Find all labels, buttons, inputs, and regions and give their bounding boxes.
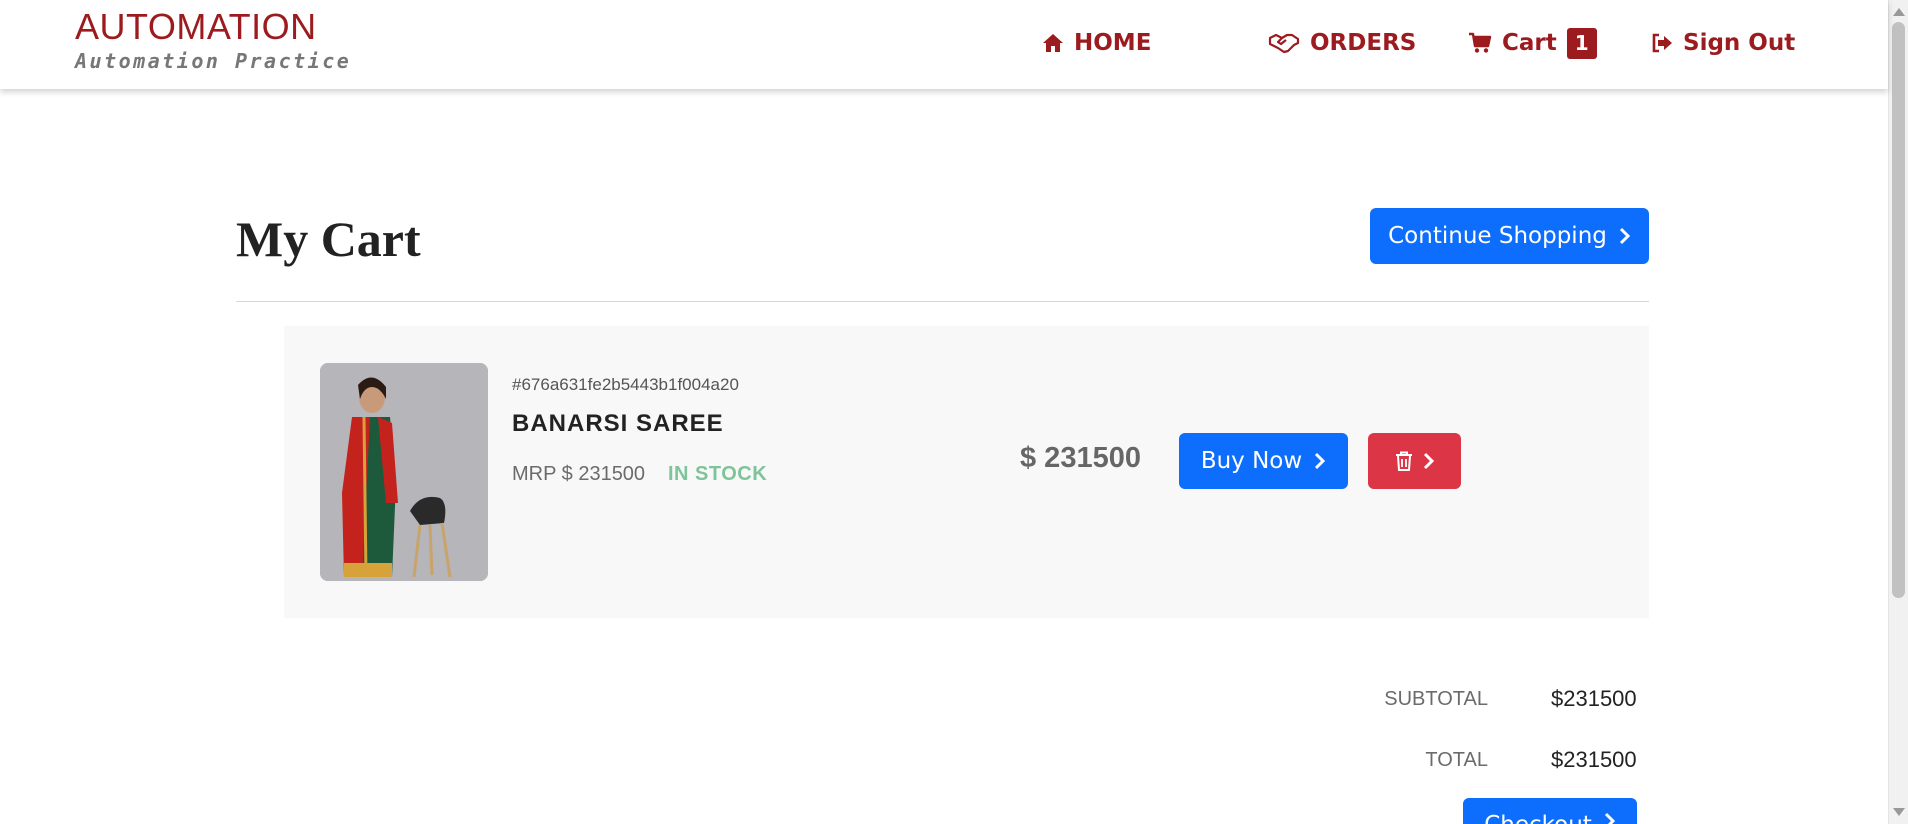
nav-home-link[interactable]: HOME (1042, 26, 1151, 60)
handshake-icon (1268, 33, 1300, 54)
chevron-right-icon (1604, 812, 1615, 824)
chevron-right-icon (1423, 452, 1434, 470)
chevron-right-icon (1619, 227, 1630, 245)
chevron-right-icon (1315, 452, 1326, 470)
product-name: BANARSI SAREE (512, 410, 724, 437)
continue-shopping-label: Continue Shopping (1388, 223, 1607, 249)
app-window: AUTOMATION Automation Practice HOME ORDE… (0, 0, 1908, 824)
home-icon (1043, 34, 1063, 52)
nav-home-label: HOME (1074, 30, 1152, 56)
sign-out-icon (1652, 33, 1672, 53)
navbar: AUTOMATION Automation Practice HOME ORDE… (0, 0, 1888, 89)
continue-shopping-button[interactable]: Continue Shopping (1370, 208, 1649, 264)
brand-logo[interactable]: AUTOMATION Automation Practice (75, 6, 352, 74)
nav-signout-link[interactable]: Sign Out (1651, 26, 1795, 60)
nav-orders-label: ORDERS (1310, 30, 1417, 56)
scroll-up-arrow-icon[interactable] (1893, 8, 1905, 16)
product-image[interactable] (320, 363, 488, 581)
cart-count-badge: 1 (1566, 27, 1597, 59)
subtotal-value: $231500 (1551, 686, 1637, 711)
buy-now-label: Buy Now (1200, 448, 1303, 474)
scroll-down-arrow-icon[interactable] (1893, 808, 1905, 816)
buy-now-button[interactable]: Buy Now (1179, 433, 1348, 489)
cart-icon (1469, 32, 1492, 53)
saree-product-image (320, 363, 488, 581)
nav-orders-link[interactable]: ORDERS (1268, 26, 1416, 60)
brand-title: AUTOMATION (75, 6, 317, 47)
page-scrollbar[interactable] (1888, 0, 1908, 824)
total-value: $231500 (1551, 747, 1637, 772)
scrollbar-thumb[interactable] (1892, 22, 1905, 598)
cart-item: #676a631fe2b5443b1f004a20 BANARSI SAREE … (284, 326, 1649, 618)
delete-item-button[interactable] (1368, 433, 1461, 489)
product-mrp: MRP $ 231500 (512, 463, 646, 485)
trash-icon (1395, 451, 1412, 471)
stock-status: IN STOCK (668, 463, 768, 485)
total-label: TOTAL (1425, 749, 1488, 771)
checkout-button[interactable]: Checkout (1463, 798, 1637, 824)
divider (236, 301, 1649, 302)
page-title: My Cart (236, 211, 421, 267)
product-price: $ 231500 (1020, 442, 1141, 474)
nav-signout-label: Sign Out (1683, 30, 1796, 56)
nav-cart-label: Cart (1502, 30, 1557, 56)
brand-subtitle: Automation Practice (75, 49, 352, 73)
checkout-label: Checkout (1484, 812, 1592, 824)
subtotal-label: SUBTOTAL (1384, 688, 1488, 710)
product-id: #676a631fe2b5443b1f004a20 (512, 375, 739, 394)
nav-cart-link[interactable]: Cart 1 (1468, 26, 1597, 60)
